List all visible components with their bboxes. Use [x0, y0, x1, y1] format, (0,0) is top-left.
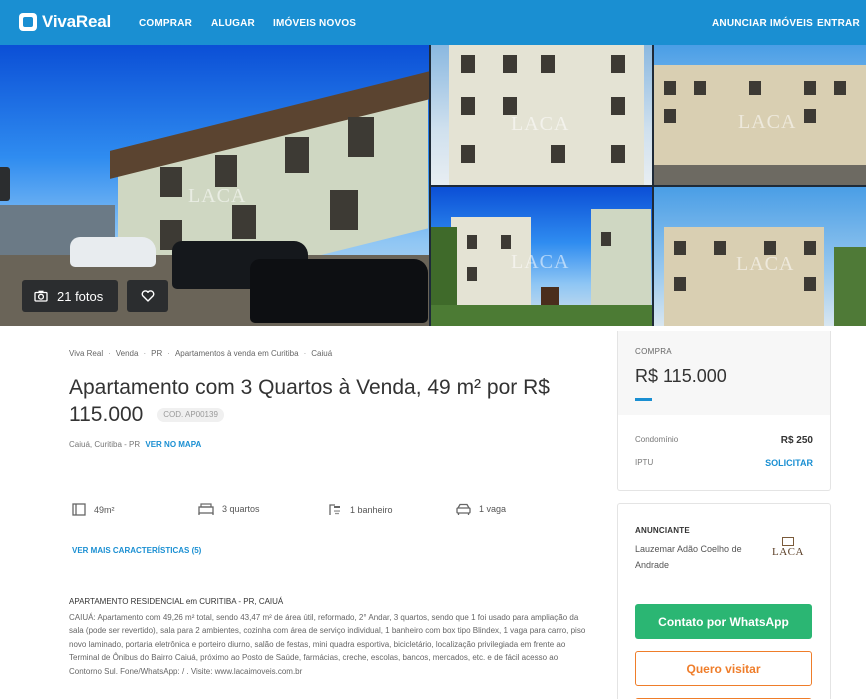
camera-icon	[34, 290, 48, 302]
nav-anunciar-imoveis[interactable]: ANUNCIAR IMÓVEIS	[712, 18, 813, 29]
schedule-visit-button[interactable]: Quero visitar	[635, 651, 812, 686]
photos-count-label: 21 fotos	[57, 288, 104, 304]
bed-icon	[198, 503, 214, 515]
feature-bathrooms-label: 1 banheiro	[350, 504, 393, 515]
advertiser-card: ANUNCIANTE Lauzemar Adão Coelho de Andra…	[617, 503, 831, 699]
breadcrumb-caiua[interactable]: Caiuá	[311, 349, 332, 358]
breadcrumb: Viva Real · Venda · PR · Apartamentos à venda …	[69, 349, 333, 358]
listing-code-badge: COD. AP00139	[157, 408, 224, 423]
gallery-prev-tab[interactable]	[0, 167, 10, 201]
iptu-label: IPTU	[635, 458, 654, 467]
advertiser-name[interactable]: Lauzemar Adão Coelho de Andrade	[635, 541, 760, 573]
breadcrumb-curitiba[interactable]: Apartamentos à venda em Curitiba	[175, 349, 299, 358]
photo-watermark: LACA	[736, 253, 795, 275]
feature-bedrooms: 3 quartos	[198, 503, 260, 515]
heart-icon	[141, 290, 154, 302]
laca-logo-icon	[782, 537, 794, 546]
breadcrumb-venda[interactable]: Venda	[116, 349, 139, 358]
vivareal-logo[interactable]: VivaReal	[19, 12, 111, 32]
photo-watermark: LACA	[511, 113, 570, 135]
nav-alugar[interactable]: ALUGAR	[211, 18, 255, 29]
price-type-label: COMPRA	[635, 347, 672, 356]
photo-watermark: LACA	[738, 111, 797, 133]
condo-fee-label: Condomínio	[635, 435, 679, 444]
gallery-thumb-1[interactable]: LACA	[431, 45, 652, 185]
location-text: Caiuá, Curitiba - PR	[69, 440, 141, 449]
condo-fee-value: R$ 250	[780, 435, 813, 446]
page-title: Apartamento com 3 Quartos à Venda, 49 m²…	[69, 376, 550, 426]
condo-fee-row: Condomínio R$ 250	[635, 435, 813, 446]
advertiser-logo-text: LACA	[772, 546, 804, 558]
view-map-link[interactable]: VER NO MAPA	[145, 440, 201, 449]
nav-comprar[interactable]: COMPRAR	[139, 18, 192, 29]
feature-area-label: 49m²	[94, 504, 115, 515]
feature-bathrooms: 1 banheiro	[328, 503, 393, 516]
whatsapp-contact-button[interactable]: Contato por WhatsApp	[635, 604, 812, 639]
iptu-request-link[interactable]: SOLICITAR	[765, 458, 813, 468]
nav-entrar[interactable]: ENTRAR	[817, 18, 860, 29]
price-accent-bar	[635, 398, 652, 401]
view-photos-button[interactable]: 21 fotos	[22, 280, 118, 312]
top-navbar: VivaReal COMPRAR ALUGAR IMÓVEIS NOVOS AN…	[0, 0, 866, 45]
view-more-features-link[interactable]: VER MAIS CARACTERÍSTICAS (5)	[72, 546, 201, 555]
listing-location: Caiuá, Curitiba - PR VER NO MAPA	[69, 440, 201, 449]
area-icon	[72, 503, 86, 516]
vivareal-logo-icon	[19, 13, 37, 31]
iptu-row: IPTU SOLICITAR	[635, 458, 813, 468]
price-value: R$ 115.000	[635, 366, 727, 386]
feature-bedrooms-label: 3 quartos	[222, 504, 260, 514]
gallery-thumb-2[interactable]: LACA	[654, 45, 866, 185]
advertiser-logo[interactable]: LACA	[768, 537, 808, 563]
feature-parking-label: 1 vaga	[479, 504, 507, 514]
breadcrumb-vivareal[interactable]: Viva Real	[69, 349, 103, 358]
gallery-thumb-3[interactable]: LACA	[431, 187, 652, 326]
shower-icon	[329, 504, 340, 515]
feature-area: 49m²	[72, 503, 115, 516]
feature-parking: 1 vaga	[456, 503, 506, 515]
favorite-button[interactable]	[127, 280, 168, 312]
gallery-thumb-4[interactable]: LACA	[654, 187, 866, 326]
photo-gallery: LACA LACA LACA LACA LACA 21 fotos	[0, 45, 866, 326]
logo-text: VivaReal	[42, 12, 111, 31]
listing-title-block: Apartamento com 3 Quartos à Venda, 49 m²…	[69, 374, 589, 428]
price-card: COMPRA R$ 115.000 Condomínio R$ 250 IPTU…	[617, 331, 831, 491]
car-icon	[456, 503, 471, 515]
advertiser-label: ANUNCIANTE	[635, 526, 690, 535]
description-title: APARTAMENTO RESIDENCIAL em CURITIBA - PR…	[69, 597, 284, 606]
photo-watermark: LACA	[511, 251, 570, 273]
description-text: CAIUÁ: Apartamento com 49,26 m² total, s…	[69, 613, 586, 676]
breadcrumb-pr[interactable]: PR	[151, 349, 162, 358]
nav-imoveis-novos[interactable]: IMÓVEIS NOVOS	[273, 18, 356, 29]
photo-watermark: LACA	[188, 185, 247, 207]
price-header: COMPRA R$ 115.000	[618, 331, 830, 415]
